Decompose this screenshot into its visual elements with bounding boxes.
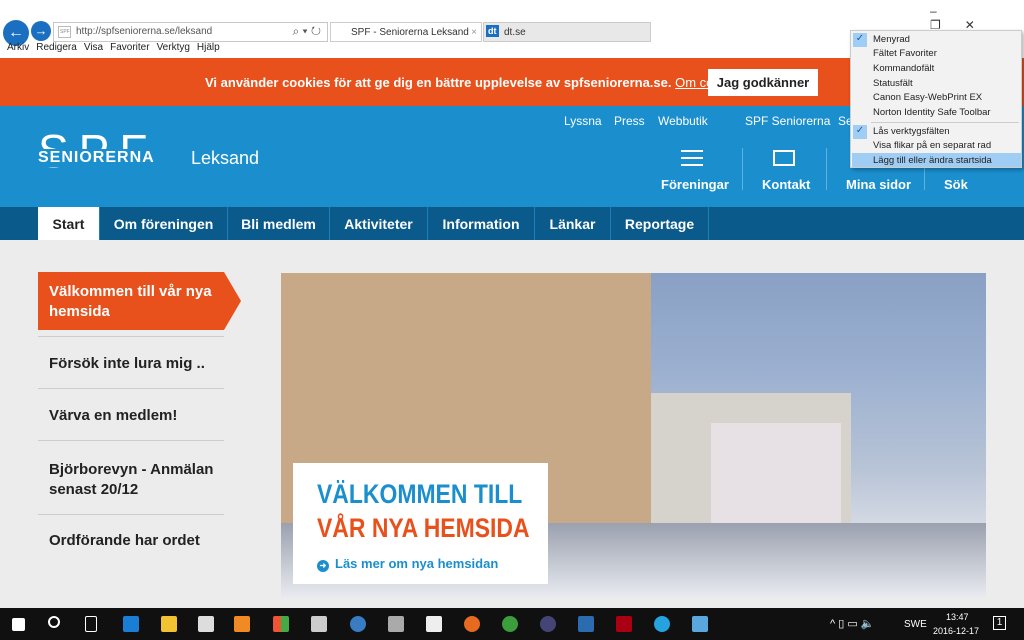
menu-item[interactable]: Visa flikar på en separat rad	[873, 140, 991, 154]
menu-arkiv[interactable]: Arkiv	[7, 42, 29, 53]
app-icon[interactable]	[692, 616, 708, 632]
arrow-right-icon: ➜	[317, 560, 329, 572]
link-press[interactable]: Press	[614, 114, 645, 128]
menu-redigera[interactable]: Redigera	[36, 42, 77, 53]
menu-hjalp[interactable]: Hjälp	[197, 42, 220, 53]
app-icon[interactable]	[311, 616, 327, 632]
divider	[742, 148, 743, 190]
main-nav: Start Om föreningen Bli medlem Aktivitet…	[0, 207, 1024, 240]
menu-verktyg[interactable]: Verktyg	[157, 42, 190, 53]
menu-item[interactable]: Fältet Favoriter	[873, 48, 937, 62]
link-spf-seniorerna[interactable]: SPF Seniorerna	[745, 114, 830, 128]
chrome-icon[interactable]	[502, 616, 518, 632]
tab-dt[interactable]: dt dt.se	[483, 22, 651, 42]
menu-item[interactable]: Norton Identity Safe Toolbar	[873, 107, 991, 121]
divider	[38, 514, 224, 515]
menu-item[interactable]: Statusfält	[873, 78, 913, 92]
link-webbutik[interactable]: Webbutik	[658, 114, 708, 128]
tray-icons[interactable]: ^ ▯ ▭ 🔈	[830, 617, 874, 630]
thunderbird-icon[interactable]	[350, 616, 366, 632]
word-icon[interactable]	[578, 616, 594, 632]
close-tab-icon[interactable]: ×	[471, 27, 477, 38]
menu-favoriter[interactable]: Favoriter	[110, 42, 149, 53]
search-refresh-icon[interactable]: ⌕ ▾ ↻	[292, 24, 321, 39]
divider	[38, 440, 224, 441]
url-text: http://spfseniorerna.se/leksand	[76, 26, 213, 37]
hero-title-2: VÅR NYA HEMSIDA	[317, 513, 530, 543]
site-name: Leksand	[191, 148, 260, 168]
nav-start[interactable]: Start	[38, 207, 100, 240]
divider	[826, 148, 827, 190]
nav-reportage[interactable]: Reportage	[611, 207, 709, 240]
arrow-shape	[224, 272, 241, 330]
toolbar-context-menu: ✓ Menyrad Fältet Favoriter Kommandofält …	[850, 30, 1022, 168]
kontakt-link[interactable]: Kontakt	[762, 177, 810, 192]
nav-aktiviteter[interactable]: Aktiviteter	[330, 207, 428, 240]
lock-app-icon[interactable]	[540, 616, 556, 632]
tab-label: SPF - Seniorerna Leksand	[351, 27, 469, 38]
mina-sidor-link[interactable]: Mina sidor	[846, 177, 911, 192]
link-lyssna[interactable]: Lyssna	[564, 114, 602, 128]
acrobat-icon[interactable]	[616, 616, 632, 632]
dt-favicon-icon: dt	[486, 25, 499, 37]
nav-information[interactable]: Information	[428, 207, 535, 240]
document-icon[interactable]	[426, 616, 442, 632]
sidebar-label: Välkommen till vår nya hemsida	[49, 283, 212, 320]
favicon-icon: SPF	[58, 26, 71, 38]
divider	[38, 336, 224, 337]
spf-logo[interactable]: SPF SENIORERNA	[38, 126, 156, 184]
clock-date[interactable]: 2016-12-17	[933, 626, 979, 636]
check-icon: ✓	[853, 125, 867, 139]
menu-item[interactable]: Kommandofält	[873, 63, 934, 77]
foreningar-link[interactable]: Föreningar	[661, 177, 729, 192]
media-icon[interactable]	[234, 616, 250, 632]
sok-link[interactable]: Sök	[944, 177, 968, 192]
notifications-icon[interactable]: 1	[993, 616, 1006, 630]
sidebar-item[interactable]: Björborevyn - Anmälan senast 20/12	[38, 460, 224, 500]
language-indicator[interactable]: SWE	[904, 619, 927, 630]
sidebar-item-active[interactable]: Välkommen till vår nya hemsida	[38, 272, 241, 330]
sidebar-item[interactable]: Ordförande har ordet	[38, 532, 224, 549]
address-bar[interactable]: SPF http://spfseniorerna.se/leksand ⌕ ▾ ↻	[53, 22, 328, 42]
office-icon[interactable]	[273, 616, 289, 632]
menu-item[interactable]: Canon Easy-WebPrint EX	[873, 92, 982, 106]
tab-spf[interactable]: SPF - Seniorerna Leksand ×	[330, 22, 482, 42]
menu-separator	[871, 122, 1019, 123]
sidebar-item[interactable]: Värva en medlem!	[38, 407, 224, 424]
task-view-icon[interactable]	[85, 616, 97, 632]
cookie-text: Vi använder cookies för att ge dig en bä…	[205, 75, 672, 90]
tab-label: dt.se	[504, 27, 526, 38]
app-icon[interactable]	[388, 616, 404, 632]
hero-read-more-link[interactable]: ➜ Läs mer om nya hemsidan	[317, 556, 498, 572]
menu-item[interactable]: Lås verktygsfälten	[873, 126, 950, 140]
nav-lankar[interactable]: Länkar	[535, 207, 611, 240]
window-controls[interactable]: –❐✕	[930, 4, 1024, 32]
nav-om-foreningen[interactable]: Om föreningen	[100, 207, 228, 240]
read-more-label: Läs mer om nya hemsidan	[335, 556, 499, 571]
clock-time[interactable]: 13:47	[946, 612, 969, 622]
mail-icon	[773, 150, 795, 166]
store-icon[interactable]	[198, 616, 214, 632]
building-image	[711, 423, 841, 523]
taskbar: ^ ▯ ▭ 🔈 SWE 13:47 2016-12-17 1	[0, 608, 1024, 640]
check-icon: ✓	[853, 33, 867, 47]
accept-cookies-button[interactable]: Jag godkänner	[708, 69, 818, 96]
hero-title-1: VÄLKOMMEN TILL	[317, 479, 523, 509]
search-icon[interactable]	[48, 616, 60, 628]
explorer-icon[interactable]	[161, 616, 177, 632]
start-icon[interactable]	[12, 618, 25, 631]
nav-bli-medlem[interactable]: Bli medlem	[228, 207, 330, 240]
sidebar-item[interactable]: Försök inte lura mig ..	[38, 355, 224, 372]
menu-item[interactable]: Menyrad	[873, 34, 910, 48]
list-icon	[681, 150, 703, 166]
forward-button[interactable]: →	[31, 21, 51, 41]
logo-text: SENIORERNA	[38, 149, 155, 167]
edge-icon[interactable]	[123, 616, 139, 632]
menu-visa[interactable]: Visa	[84, 42, 103, 53]
divider	[38, 388, 224, 389]
menu-item-highlighted[interactable]: Lägg till eller ändra startsida	[873, 155, 992, 169]
firefox-icon[interactable]	[464, 616, 480, 632]
hero-card: VÄLKOMMEN TILL VÅR NYA HEMSIDA ➜ Läs mer …	[293, 463, 548, 584]
internet-explorer-icon[interactable]	[654, 616, 670, 632]
